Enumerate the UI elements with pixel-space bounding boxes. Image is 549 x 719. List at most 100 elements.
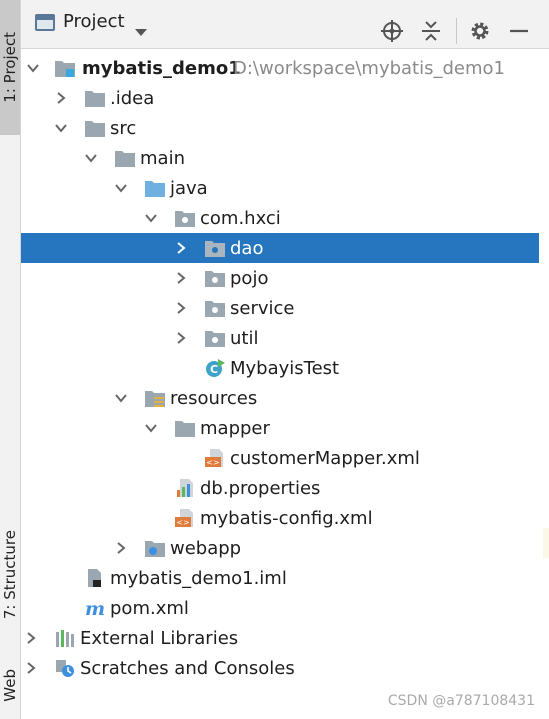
chevron-down-icon[interactable]: [84, 151, 98, 165]
web-tool-tab-label: Web: [1, 669, 19, 702]
package-icon: [205, 331, 225, 347]
tree-item-db-properties[interactable]: db.properties: [21, 473, 539, 503]
tree-item-label: mybatis_demo1: [82, 58, 241, 79]
chevron-right-icon[interactable]: [174, 301, 188, 315]
chevron-right-icon[interactable]: [174, 241, 188, 255]
scratches-icon: [56, 660, 74, 677]
tree-item-resources[interactable]: resources: [21, 383, 539, 413]
tree-item-path: D:\workspace\mybatis_demo1: [233, 58, 505, 79]
tree-item-label: mybatis_demo1.iml: [110, 568, 287, 589]
chevron-down-icon[interactable]: [114, 391, 128, 405]
structure-tool-tab-label: 7: Structure: [1, 530, 19, 620]
tree-item-idea[interactable]: .idea: [21, 83, 539, 113]
minimize-icon[interactable]: [507, 19, 531, 43]
properties-file-icon: [177, 479, 193, 497]
tree-item-mapper[interactable]: mapper: [21, 413, 539, 443]
tree-item-scratches[interactable]: Scratches and Consoles: [21, 653, 539, 683]
watermark: CSDN @a787108431: [387, 693, 535, 709]
tree-item-external-libraries[interactable]: External Libraries: [21, 623, 539, 653]
package-icon: [205, 241, 225, 257]
resources-folder-icon: [145, 391, 165, 407]
chevron-down-icon[interactable]: [54, 121, 68, 135]
project-tool-tab[interactable]: 1: Project: [0, 0, 20, 135]
tree-item-label: customerMapper.xml: [230, 448, 420, 469]
svg-text:<>: <>: [206, 458, 219, 467]
collapse-all-icon[interactable]: [419, 19, 443, 43]
folder-icon: [85, 121, 105, 137]
chevron-down-icon[interactable]: [114, 181, 128, 195]
tree-item-label: MybayisTest: [230, 358, 340, 379]
tree-item-pom[interactable]: m pom.xml: [21, 593, 539, 623]
locate-icon[interactable]: [380, 19, 404, 43]
editor-edge: [543, 528, 549, 558]
web-tool-tab[interactable]: Web: [0, 652, 20, 719]
maven-icon: m: [85, 598, 105, 618]
chevron-right-icon[interactable]: [174, 271, 188, 285]
tree-item-main[interactable]: main: [21, 143, 539, 173]
tree-item-label: db.properties: [200, 478, 321, 499]
module-folder-icon: [55, 61, 75, 77]
header-divider: [456, 18, 457, 44]
tree-item-dao[interactable]: dao: [21, 233, 539, 263]
svg-text:C: C: [210, 363, 218, 376]
package-icon: [205, 301, 225, 317]
tree-item-config-xml[interactable]: <> mybatis-config.xml: [21, 503, 539, 533]
tree-item-root[interactable]: mybatis_demo1 D:\workspace\mybatis_demo1: [21, 53, 539, 83]
tree-item-label: com.hxci: [200, 208, 281, 229]
chevron-down-icon[interactable]: [144, 211, 158, 225]
svg-text:<>: <>: [176, 518, 189, 527]
chevron-right-icon[interactable]: [24, 661, 38, 675]
tree-item-test-class[interactable]: C MybayisTest: [21, 353, 539, 383]
structure-tool-tab[interactable]: 7: Structure: [0, 515, 20, 635]
source-folder-icon: [145, 181, 165, 197]
tree-item-label: mapper: [200, 418, 270, 439]
gear-icon[interactable]: [468, 19, 492, 43]
tree-item-label: service: [230, 298, 295, 319]
tree-item-label: resources: [170, 388, 258, 409]
tree-item-label: pom.xml: [110, 598, 189, 619]
tree-item-src[interactable]: src: [21, 113, 539, 143]
library-icon: [56, 630, 74, 647]
tree-item-label: java: [170, 178, 208, 199]
chevron-down-icon[interactable]: [26, 61, 40, 75]
chevron-right-icon[interactable]: [54, 91, 68, 105]
chevron-down-icon[interactable]: [144, 421, 158, 435]
tree-item-package[interactable]: com.hxci: [21, 203, 539, 233]
xml-file-icon: <>: [205, 449, 223, 467]
tree-item-label: pojo: [230, 268, 269, 289]
tree-item-label: webapp: [170, 538, 242, 559]
caret-down-icon[interactable]: [135, 29, 147, 36]
web-folder-icon: [145, 541, 165, 557]
tree-item-mapper-xml[interactable]: <> customerMapper.xml: [21, 443, 539, 473]
chevron-right-icon[interactable]: [174, 331, 188, 345]
package-icon: [205, 271, 225, 287]
tree-item-webapp[interactable]: webapp: [21, 533, 539, 563]
folder-icon: [115, 151, 135, 167]
svg-text:m: m: [85, 598, 105, 618]
tree-item-label: mybatis-config.xml: [200, 508, 373, 529]
tree-item-pojo[interactable]: pojo: [21, 263, 539, 293]
tree-item-label: External Libraries: [80, 628, 239, 649]
folder-icon: [175, 421, 195, 437]
chevron-right-icon[interactable]: [114, 541, 128, 555]
tree-item-label: dao: [230, 238, 264, 259]
tree-item-iml[interactable]: mybatis_demo1.iml: [21, 563, 539, 593]
project-panel-header: Project: [21, 0, 549, 49]
tree-item-util[interactable]: util: [21, 323, 539, 353]
package-icon: [175, 211, 195, 227]
folder-icon: [85, 91, 105, 107]
chevron-right-icon[interactable]: [24, 631, 38, 645]
tree-item-label: main: [140, 148, 185, 169]
tree-item-service[interactable]: service: [21, 293, 539, 323]
tree-item-label: util: [230, 328, 259, 349]
tool-window-strip: 1: Project 7: Structure Web: [0, 0, 21, 719]
project-tool-tab-label: 1: Project: [1, 32, 19, 103]
java-class-icon: C: [206, 359, 225, 377]
tree-item-label: src: [110, 118, 137, 139]
tree-item-java[interactable]: java: [21, 173, 539, 203]
panel-title[interactable]: Project: [63, 11, 125, 32]
tree-item-label: Scratches and Consoles: [80, 658, 295, 679]
tree-item-label: .idea: [110, 88, 155, 109]
xml-file-icon: <>: [175, 509, 193, 527]
iml-file-icon: [88, 569, 101, 587]
